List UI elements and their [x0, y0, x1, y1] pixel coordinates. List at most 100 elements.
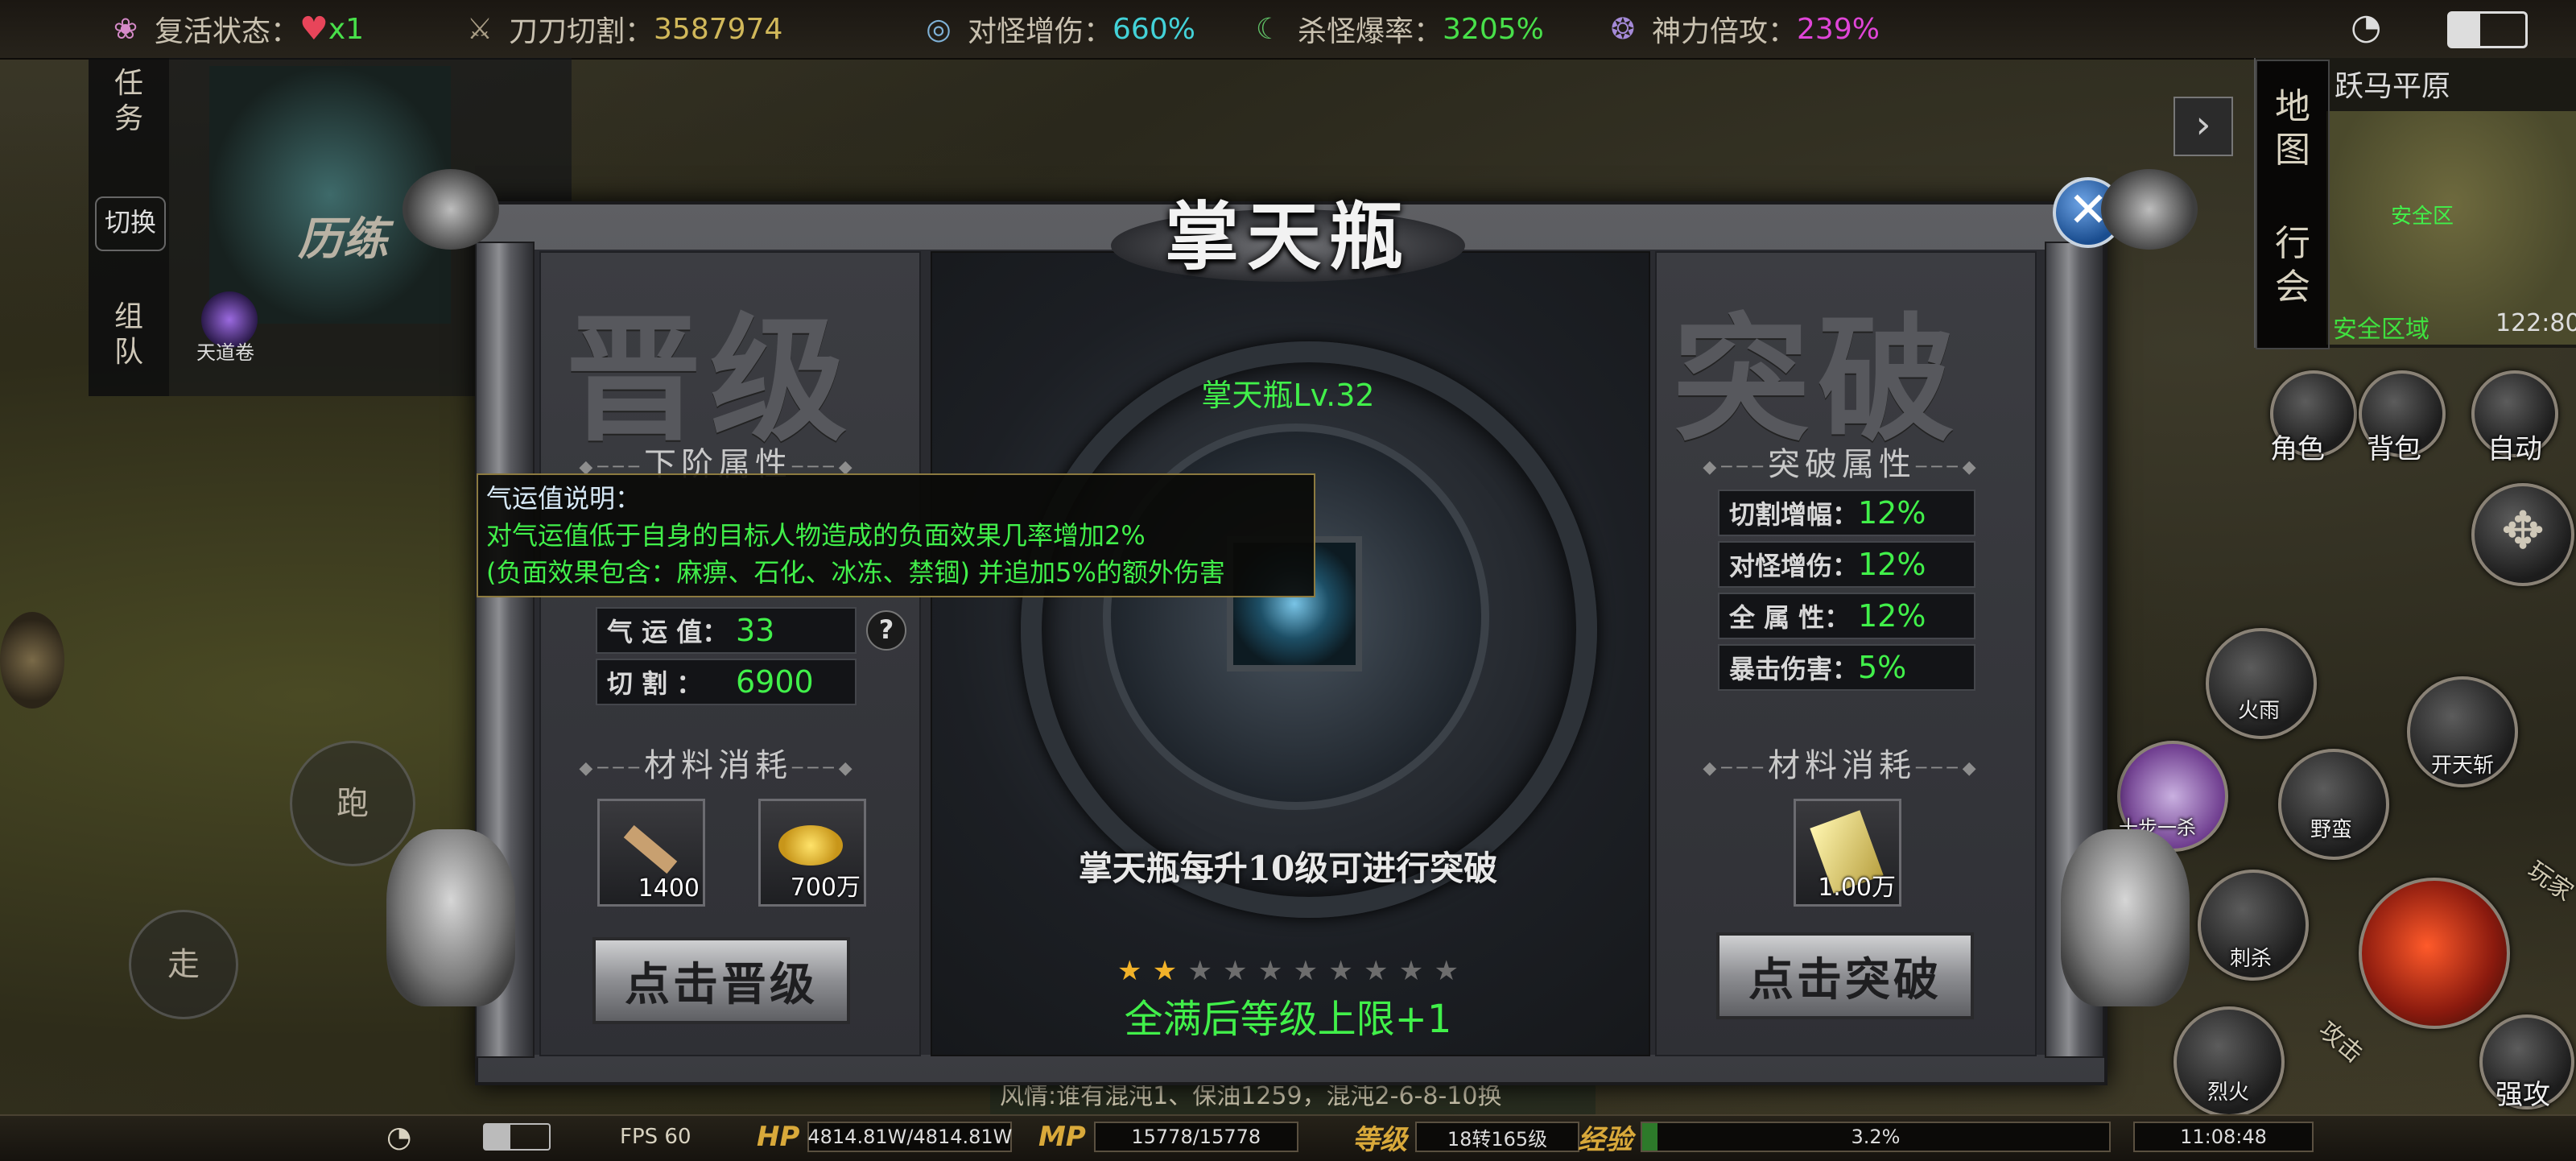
- signal-icon: ◔: [386, 1120, 412, 1154]
- breakthrough-button[interactable]: 点击突破: [1716, 932, 1974, 1019]
- heart-icon: ♥: [299, 10, 328, 48]
- luck-tooltip: 气运值说明： 对气运值低于自身的目标人物造成的负面效果几率增加2% (负面效果包…: [477, 473, 1315, 597]
- breakthrough-panel: 突破 突破属性 切割增幅： 12% 对怪增伤： 12% 全 属 性： 12% 暴…: [1655, 251, 2037, 1056]
- flame-label: 烈火: [2207, 1080, 2250, 1105]
- star-icon: ★: [1117, 955, 1142, 987]
- help-icon[interactable]: ?: [866, 610, 906, 651]
- coordinates: 122:80: [2496, 309, 2576, 337]
- dpad-button[interactable]: ✥: [2471, 483, 2574, 586]
- fire-rain-label: 火雨: [2238, 699, 2281, 723]
- walk-button[interactable]: 走: [129, 910, 238, 1019]
- stat-label: 切 割 ：: [607, 668, 703, 699]
- wifi-icon: ◔: [2351, 6, 2382, 48]
- upgrade-button[interactable]: 点击晋级: [592, 937, 850, 1024]
- left-dragon-statue: [386, 829, 515, 1006]
- crosshair-icon: ✥: [2501, 502, 2545, 561]
- exp-display: 经验 3.2%: [1578, 1114, 2111, 1159]
- hp-value: 4814.81W/4814.81W: [807, 1122, 1012, 1152]
- dragon-icon: ❂: [1610, 12, 1636, 46]
- target-icon: ◎: [926, 12, 952, 46]
- exp-value: 3.2%: [1851, 1126, 1901, 1148]
- gold-coins-icon: [778, 825, 843, 866]
- tab-quest[interactable]: 任务: [105, 66, 153, 137]
- clock-display: 11:08:48: [2133, 1114, 2314, 1159]
- exp-bar: 3.2%: [1641, 1122, 2111, 1152]
- stat-row-cut-boost: 切割增幅： 12%: [1718, 490, 1975, 536]
- material-slot[interactable]: 700万: [758, 799, 866, 907]
- material-qty: 700万: [790, 874, 861, 902]
- tooltip-line: 对气运值低于自身的目标人物造成的负面效果几率增加2%: [486, 520, 1146, 551]
- breakthrough-hint: 掌天瓶每升10级可进行突破: [1078, 849, 1498, 888]
- gong-decoration: [0, 612, 64, 709]
- hp-display: HP 4814.81W/4814.81W: [757, 1114, 1012, 1159]
- character-label: 角色: [2270, 433, 2325, 465]
- map-tabs: 地图 行会: [2256, 60, 2330, 349]
- level-display: 等级 18转165级: [1352, 1114, 1579, 1159]
- breakthrough-material-title: 材料消耗: [1697, 739, 1987, 786]
- stat-value: 12%: [1858, 547, 1926, 582]
- tab-team[interactable]: 组队: [105, 300, 153, 370]
- revive-status: ❀ 复活状态： ♥ x1: [105, 0, 364, 58]
- main-attack-button[interactable]: [2359, 878, 2510, 1029]
- tooltip-title: 气运值说明：: [486, 483, 642, 514]
- star-goal: 全满后等级上限+1: [1124, 997, 1452, 1042]
- star-rating: ★ ★ ★ ★ ★ ★ ★ ★ ★ ★: [1117, 955, 1459, 987]
- stat-row-luck: 气 运 值： 33: [596, 607, 857, 654]
- battery-icon: [2447, 11, 2528, 48]
- blade-icon: ⚔: [466, 12, 493, 46]
- dialog-title: 掌天瓶: [1164, 193, 1411, 280]
- map-name: 跃马平原: [2334, 70, 2451, 103]
- left-dragon-head: [402, 169, 499, 250]
- quest-scroll-label: 天道卷: [196, 341, 254, 364]
- level-label: 等级: [1352, 1123, 1407, 1156]
- stat-value: 5%: [1858, 650, 1907, 685]
- divine-attack-stat: ❂ 神力倍攻： 239%: [1602, 0, 1880, 58]
- stat-label: 气 运 值：: [607, 617, 729, 647]
- exp-label: 经验: [1578, 1123, 1633, 1156]
- stat-row-cut: 切 割 ： 6900: [596, 659, 857, 705]
- breakthrough-attr-title: 突破属性: [1697, 438, 1987, 485]
- stat-label: 对怪增伤：: [1729, 551, 1859, 581]
- stat-row-crit-dmg: 暴击伤害： 5%: [1718, 644, 1975, 691]
- star-icon: ★: [1398, 955, 1424, 987]
- wood-plank-icon: [623, 824, 678, 874]
- stat-label: 切割增幅：: [1729, 499, 1859, 530]
- wild-charge-label: 野蛮: [2310, 818, 2353, 842]
- mp-label: MP: [1038, 1121, 1086, 1153]
- right-dragon-head: [2101, 169, 2198, 250]
- stat-label: 全 属 性：: [1729, 602, 1851, 633]
- tab-map[interactable]: 地图: [2270, 85, 2315, 172]
- bottle-level: 掌天瓶Lv.32: [1201, 378, 1375, 413]
- material-slot[interactable]: 1.00万: [1794, 799, 1901, 907]
- scythe-icon: ☾: [1255, 12, 1282, 46]
- material-qty: 1400: [638, 874, 700, 903]
- auto-label: 自动: [2487, 433, 2542, 465]
- right-dragon-statue: [2061, 829, 2190, 1006]
- clock-value: 11:08:48: [2133, 1122, 2314, 1152]
- assassinate-label: 刺杀: [2230, 947, 2273, 971]
- star-icon: ★: [1187, 955, 1212, 987]
- stat-value: 33: [736, 613, 775, 648]
- star-icon: ★: [1364, 955, 1389, 987]
- wild-charge-skill[interactable]: [2278, 749, 2389, 860]
- switch-button[interactable]: 切换: [95, 196, 166, 251]
- material-slot[interactable]: 1400: [597, 799, 705, 907]
- quest-tabs: 任务 切换 组队: [89, 58, 169, 396]
- stat-value: 6900: [736, 664, 814, 700]
- sky-slash-label: 开天斩: [2431, 754, 2495, 778]
- safe-zone-label: 安全区域: [2333, 316, 2429, 344]
- fps-display: FPS 60: [620, 1125, 691, 1149]
- material-title: 材料消耗: [573, 739, 863, 786]
- upgrade-panel: 晋级 下阶属性 气 运 值： 33 ? 切 割 ： 6900 材料消耗 1400…: [539, 251, 921, 1056]
- exp-fill: [1642, 1123, 1657, 1151]
- quest-title[interactable]: 历练: [298, 203, 388, 268]
- star-icon: ★: [1223, 955, 1248, 987]
- monster-damage-stat: ◎ 对怪增伤： 660%: [918, 0, 1195, 58]
- mp-value: 15778/15778: [1093, 1122, 1298, 1152]
- stat-value: 12%: [1858, 495, 1926, 531]
- kill-drop-stat: ☾ 杀怪爆率： 3205%: [1248, 0, 1544, 58]
- hp-label: HP: [757, 1121, 800, 1153]
- cut-stat: ⚔ 刀刀切割： 3587974: [459, 0, 783, 58]
- title-banner: 掌天瓶: [1079, 153, 1497, 282]
- tab-guild[interactable]: 行会: [2270, 222, 2315, 309]
